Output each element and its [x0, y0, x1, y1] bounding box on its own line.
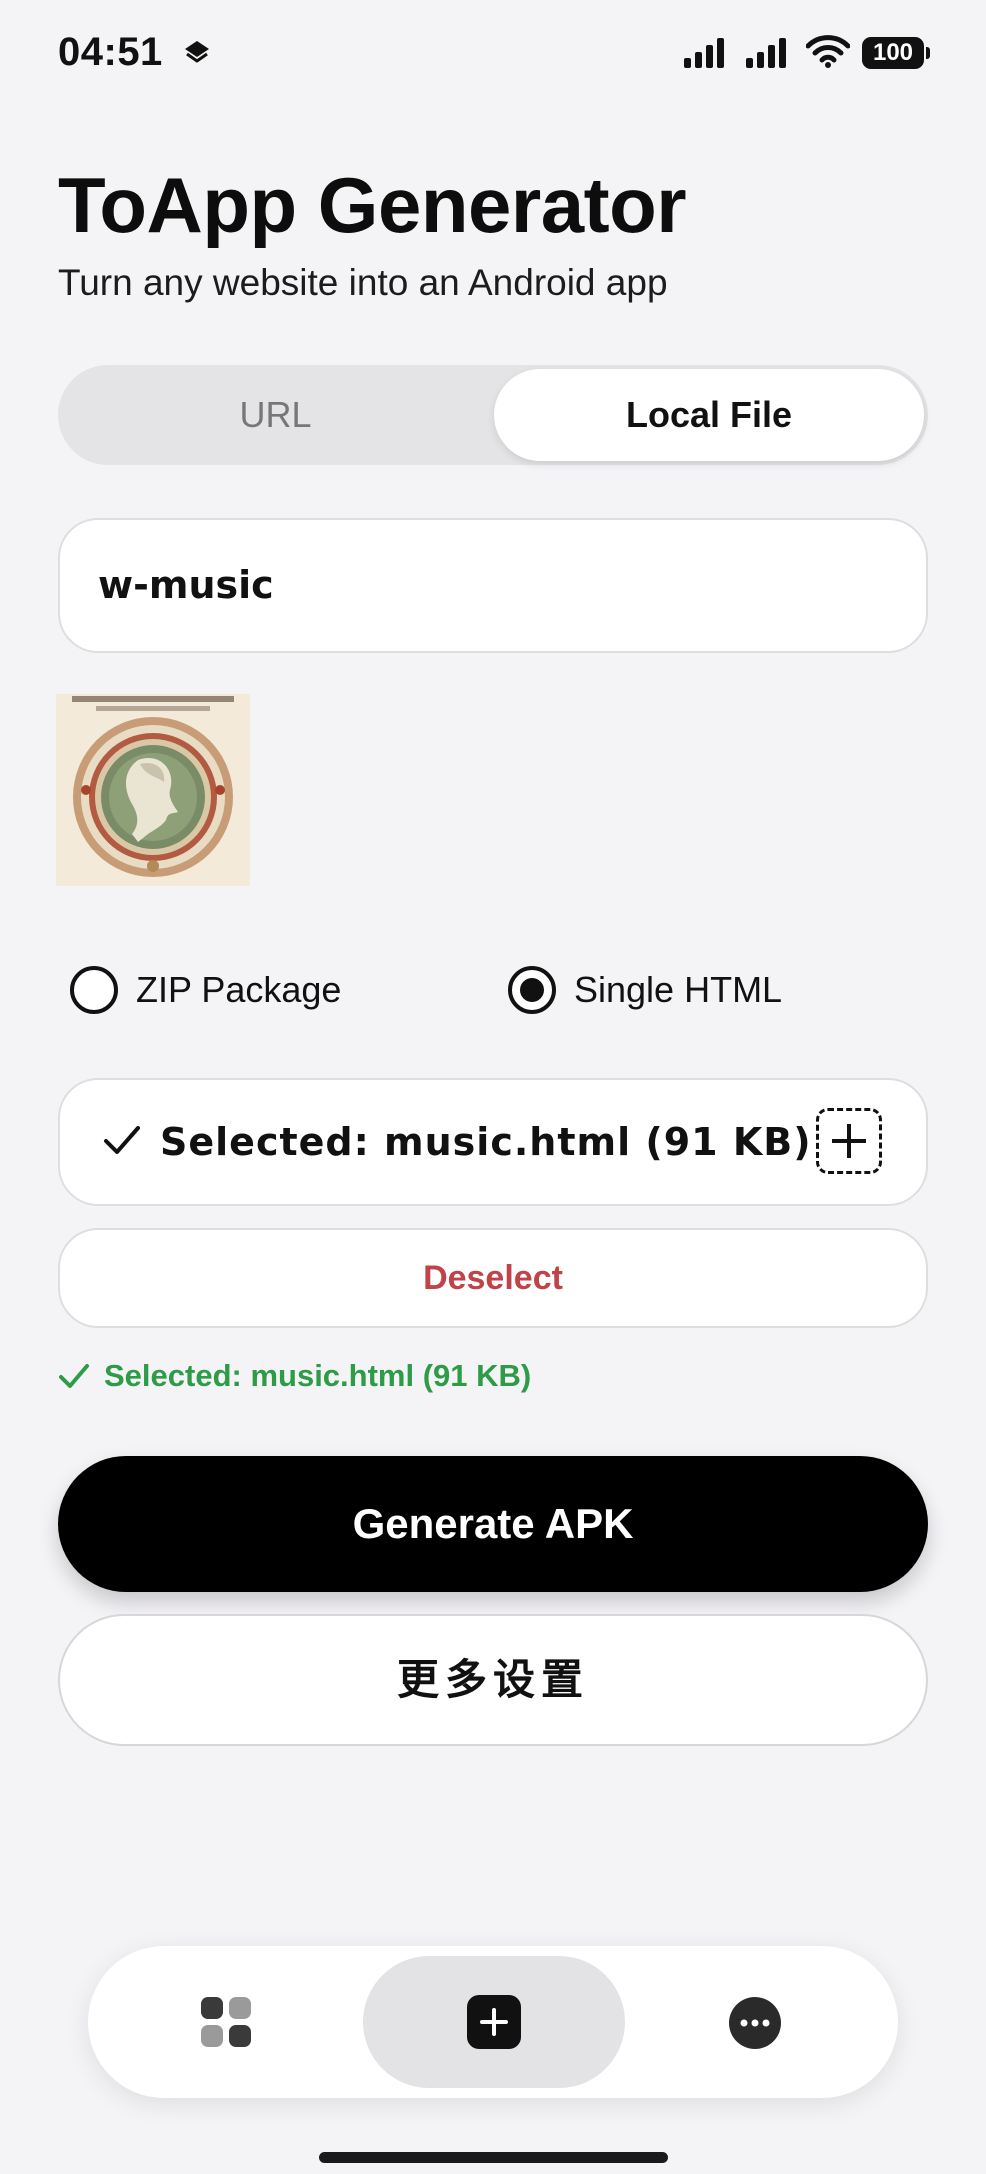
tab-create[interactable] — [363, 1956, 625, 2088]
radio-html-circle[interactable] — [508, 966, 556, 1014]
tab-local-file[interactable]: Local File — [494, 369, 924, 461]
cellular-signal-2-icon — [746, 38, 786, 68]
success-check-icon — [59, 1364, 89, 1388]
more-icon[interactable] — [728, 1996, 782, 2050]
checkmark-icon — [104, 1126, 140, 1154]
screen: 04:51 100 ToApp Generator Turn any websi… — [0, 0, 986, 2174]
tab-url[interactable]: URL — [58, 365, 493, 465]
wifi-icon — [806, 35, 850, 68]
source-segmented-control: URL Local File — [58, 365, 928, 465]
coin-illustration — [56, 694, 250, 886]
app-icon-image[interactable] — [56, 694, 250, 886]
radio-zip-label: ZIP Package — [136, 969, 342, 1010]
battery-indicator: 100 — [862, 37, 924, 69]
cellular-signal-icon — [684, 38, 724, 68]
bottom-tab-bar — [88, 1946, 898, 2098]
radio-single-html[interactable]: Single HTML — [508, 962, 782, 1018]
grid-icon[interactable] — [200, 1996, 252, 2048]
selected-file-card[interactable]: Selected: music.html (91 KB) — [58, 1078, 928, 1206]
radio-zip-package[interactable]: ZIP Package — [70, 962, 341, 1018]
selection-status: Selected: music.html (91 KB) — [58, 1356, 531, 1396]
add-icon[interactable] — [467, 1995, 521, 2049]
page-title: ToApp Generator — [58, 161, 687, 249]
home-indicator — [319, 2152, 668, 2163]
page-subtitle: Turn any website into an Android app — [58, 262, 668, 303]
selected-file-text: Selected: music.html (91 KB) — [160, 1120, 812, 1164]
radio-html-label: Single HTML — [574, 969, 783, 1010]
location-layers-icon — [185, 41, 209, 63]
app-name-input[interactable]: w-music — [58, 518, 928, 653]
status-time: 04:51 — [58, 30, 163, 74]
generate-apk-button[interactable]: Generate APK — [58, 1456, 928, 1592]
more-settings-button[interactable]: 更多设置 — [58, 1614, 928, 1746]
radio-zip-circle[interactable] — [70, 966, 118, 1014]
deselect-button[interactable]: Deselect — [58, 1228, 928, 1328]
add-file-icon[interactable] — [816, 1108, 882, 1174]
battery-nub — [926, 47, 930, 59]
selection-status-text: Selected: music.html (91 KB) — [104, 1358, 532, 1393]
